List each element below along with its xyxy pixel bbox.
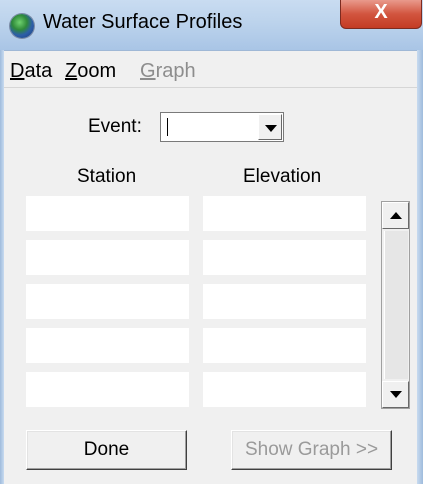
event-dropdown[interactable]	[160, 112, 284, 142]
elevation-cell[interactable]	[203, 328, 366, 363]
menu-graph[interactable]: Graph	[140, 60, 196, 83]
window-title: Water Surface Profiles	[43, 11, 243, 33]
menu-bar: Data Zoom Graph	[4, 52, 417, 88]
elevation-cell[interactable]	[203, 196, 366, 231]
done-button[interactable]: Done	[26, 430, 187, 470]
scroll-up-icon[interactable]	[382, 202, 409, 229]
close-icon: X	[374, 1, 388, 23]
scroll-track[interactable]	[384, 231, 408, 379]
station-cell[interactable]	[26, 328, 189, 363]
vertical-scrollbar[interactable]	[381, 201, 410, 409]
elevation-cell[interactable]	[203, 284, 366, 319]
window-frame-right	[417, 50, 423, 484]
elevation-cell[interactable]	[203, 240, 366, 275]
column-header-elevation: Elevation	[243, 166, 322, 187]
title-bar[interactable]: Water Surface Profiles X	[0, 0, 423, 51]
close-button[interactable]: X	[340, 0, 422, 29]
station-cell[interactable]	[26, 372, 189, 407]
elevation-cell[interactable]	[203, 372, 366, 407]
menu-data[interactable]: Data	[10, 60, 52, 83]
station-cell[interactable]	[26, 196, 189, 231]
text-caret	[167, 118, 168, 136]
chevron-down-icon[interactable]	[258, 114, 282, 140]
globe-icon[interactable]	[10, 14, 34, 38]
menu-zoom[interactable]: Zoom	[65, 60, 116, 83]
show-graph-button[interactable]: Show Graph >>	[231, 430, 392, 470]
station-cell[interactable]	[26, 240, 189, 275]
column-header-station: Station	[77, 166, 137, 187]
scroll-down-icon[interactable]	[382, 381, 409, 408]
station-cell[interactable]	[26, 284, 189, 319]
event-label: Event:	[88, 116, 142, 137]
